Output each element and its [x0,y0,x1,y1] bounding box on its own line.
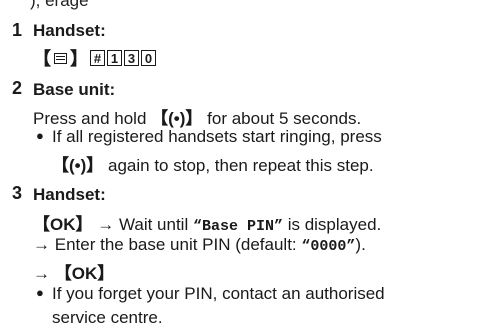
instruction-text: ). [355,235,366,254]
instruction-text: Enter the base unit PIN (default: [54,235,302,254]
key-sequence: 【 】 # 1 3 0 [33,45,156,71]
arrow-icon: → [33,235,55,254]
instruction-text: is displayed. [282,215,382,234]
instruction-text: Press and hold [33,109,152,128]
default-pin-text: “0000” [301,238,356,255]
open-bracket: 【 [33,49,51,69]
clipped-previous-text: ), erage [30,0,89,10]
bullet-text: If all registered handsets start ringing… [52,127,382,146]
instruction-text: → Wait until [92,215,193,234]
step-heading: Handset: [33,185,106,204]
ok-key: 【OK】 [33,215,93,234]
arrow-icon: → [33,264,55,283]
instruction-line: Press and hold 【(•)】 for about 5 seconds… [33,104,361,129]
digit-key: 1 [107,50,122,66]
instruction-line: → 【OK】 [33,259,114,284]
digit-key: 0 [141,50,156,66]
locator-key: 【(•)】 [151,109,203,128]
step-number: 1 [12,20,23,40]
bullet-text-line2: 【(•)】 again to stop, then repeat this st… [52,151,374,176]
locator-key: 【(•)】 [52,156,104,175]
step-heading: Base unit: [33,80,116,99]
bullet-text: service centre. [52,308,163,327]
instruction-line: 【OK】 → Wait until “Base PIN” is displaye… [33,210,381,235]
menu-icon [54,52,67,64]
instruction-line: → Enter the base unit PIN (default: “000… [33,235,366,255]
close-bracket: 】 [70,49,88,69]
step-heading: Handset: [33,21,106,40]
instruction-text: for about 5 seconds. [202,109,362,128]
bullet-icon: ● [36,128,44,143]
bullet-icon: ● [36,285,44,300]
display-text: “Base PIN” [192,218,283,235]
step-number: 3 [12,183,23,203]
bullet-text: If you forget your PIN, contact an autho… [52,284,385,303]
hash-key: # [90,50,105,66]
step-number: 2 [12,78,23,98]
bullet-text: again to stop, then repeat this step. [103,156,374,175]
digit-key: 3 [124,50,139,66]
ok-key: 【OK】 [54,264,115,283]
